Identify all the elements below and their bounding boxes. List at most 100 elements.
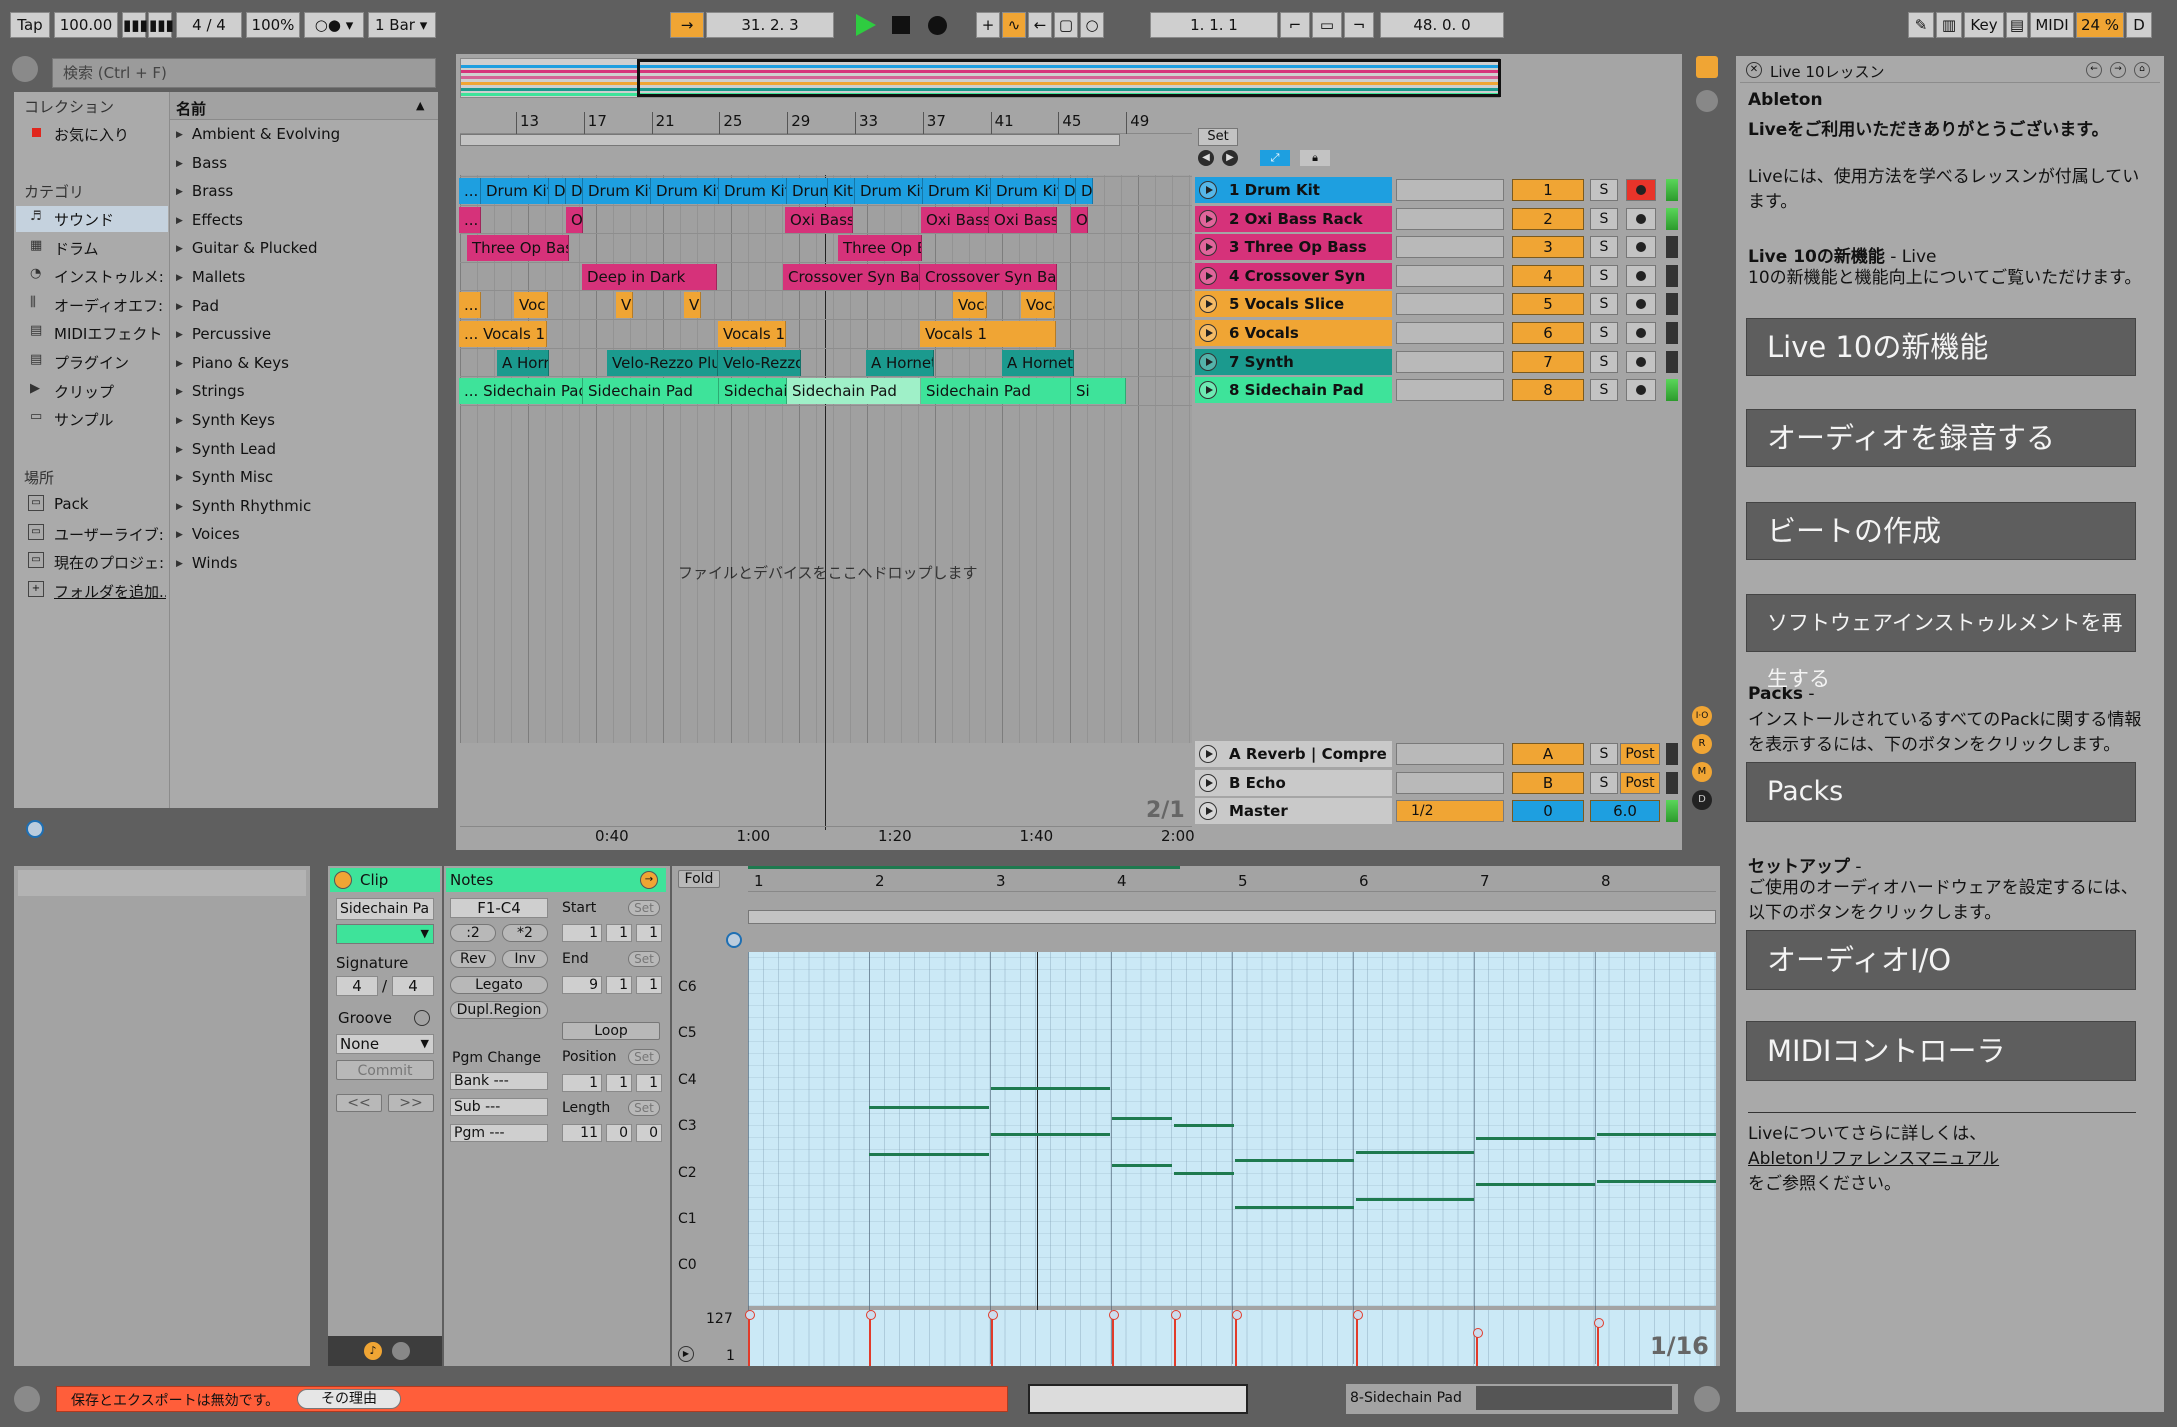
arrangement-clip[interactable]: Voca <box>1021 292 1055 319</box>
set-button[interactable]: Set <box>1198 128 1238 146</box>
midi-note[interactable] <box>869 1106 989 1109</box>
arrangement-clip[interactable]: ... <box>459 206 481 233</box>
draw-automation-icon[interactable]: ⤢ <box>1260 150 1290 166</box>
length-field-2[interactable]: 0 <box>636 1124 662 1142</box>
midi-note[interactable] <box>1235 1206 1354 1209</box>
arrangement-clip[interactable]: Three Op Bas <box>467 235 569 262</box>
midi-note[interactable] <box>1476 1183 1595 1186</box>
track-play-icon[interactable] <box>1199 352 1217 371</box>
arrangement-clip[interactable]: Di <box>1076 178 1093 204</box>
arrangement-clip[interactable]: ... Vocals 1 <box>459 321 547 347</box>
arrangement-clip[interactable]: Oxi Bass <box>989 206 1057 233</box>
place-item-3[interactable]: フォルダを追加... <box>54 581 166 602</box>
start-field-1[interactable]: 1 <box>606 924 632 942</box>
arrangement-clip[interactable]: Oxi Bass <box>921 206 989 233</box>
commit-button[interactable]: Commit <box>336 1060 434 1080</box>
record-arm-icon[interactable] <box>1626 236 1656 259</box>
solo-button[interactable]: S <box>1590 743 1618 765</box>
draw-mode-icon[interactable]: ✎ <box>1908 12 1934 38</box>
midi-note[interactable] <box>748 866 1180 869</box>
midi-note[interactable] <box>991 1133 1110 1136</box>
quantize-dropdown[interactable]: 1 Bar ▾ <box>368 12 436 38</box>
arrangement-clip[interactable]: Vocals 1 <box>718 321 786 347</box>
audio-io-button[interactable]: オーディオI/O <box>1746 930 2136 990</box>
follow-toggle[interactable]: ○● ▾ <box>304 12 364 38</box>
midi-note[interactable] <box>1235 1159 1354 1162</box>
record-arm-icon[interactable] <box>1626 207 1656 230</box>
clip-activator-icon[interactable] <box>334 871 352 889</box>
half-length-button[interactable]: :2 <box>450 924 496 942</box>
category-item-samples[interactable]: サンプル <box>54 409 164 430</box>
arrangement-clip[interactable]: Sidechain Pad <box>583 378 719 405</box>
track-header[interactable]: 4 Crossover Syn Bass <box>1195 262 1392 311</box>
prev-locator-icon[interactable]: ◀ <box>1198 150 1214 166</box>
track-meter[interactable] <box>1396 350 1504 373</box>
return-letter[interactable]: A <box>1512 743 1584 765</box>
metronome-icon[interactable]: ▮▮▮ <box>122 12 148 38</box>
arrangement-mini-overview[interactable] <box>1028 1384 1248 1414</box>
track-meter[interactable] <box>1396 264 1504 287</box>
browser-item[interactable]: Synth Rhythmic <box>176 497 311 515</box>
browser-item[interactable]: Brass <box>176 182 233 200</box>
record-arm-icon[interactable] <box>1626 322 1656 344</box>
track-play-icon[interactable] <box>1199 209 1217 228</box>
track-header[interactable]: 3 Three Op Bass <box>1195 234 1392 261</box>
arrangement-clip[interactable]: A Hornet <box>866 349 934 376</box>
solo-button[interactable]: S <box>1590 379 1618 402</box>
browser-item[interactable]: Bass <box>176 154 227 172</box>
device-view-icon[interactable] <box>392 1342 410 1360</box>
velocity-marker[interactable] <box>745 1310 755 1366</box>
solo-button[interactable]: S <box>1590 236 1618 259</box>
overview-viewport[interactable] <box>637 59 1501 97</box>
arrangement-clip[interactable]: Drum Kit <box>583 178 651 204</box>
io-toggle-icon[interactable]: I·O <box>1692 706 1712 726</box>
sort-arrow-icon[interactable]: ▲ <box>416 99 424 112</box>
note-range-field[interactable]: F1-C4 <box>450 898 548 918</box>
velocity-marker[interactable] <box>1232 1310 1242 1366</box>
end-field-2[interactable]: 1 <box>636 976 662 994</box>
midi-note[interactable] <box>1597 1133 1716 1136</box>
arrangement-clip[interactable]: Drum Kit <box>719 178 787 204</box>
arrangement-clip[interactable]: Oxi Bass <box>785 206 853 233</box>
legato-button[interactable]: Legato <box>450 976 548 994</box>
sub-field[interactable]: Sub --- <box>450 1098 548 1116</box>
packs-button[interactable]: Packs <box>1746 762 2136 822</box>
track-arm-number[interactable]: 1 <box>1512 179 1584 201</box>
loop-brace[interactable] <box>460 134 1120 146</box>
arrangement-clip[interactable]: Drum Kit <box>481 178 549 204</box>
lock-icon[interactable]: 🔒︎ <box>1300 150 1330 166</box>
start-field-2[interactable]: 1 <box>636 924 662 942</box>
arrangement-clip[interactable]: A Hornet <box>1002 349 1074 376</box>
arrangement-clip[interactable]: ... Sidechain Pad <box>459 378 583 405</box>
solo-button[interactable]: S <box>1590 179 1618 201</box>
position-set-button[interactable]: Set <box>628 1049 660 1065</box>
browser-item[interactable]: Mallets <box>176 268 245 286</box>
length-set-button[interactable]: Set <box>628 1100 660 1116</box>
prev-clip-button[interactable]: << <box>336 1094 382 1112</box>
track-arm-number[interactable]: 2 <box>1512 207 1584 230</box>
arrangement-clip[interactable]: Vc <box>616 292 633 319</box>
browser-item[interactable]: Ambient & Evolving <box>176 125 340 143</box>
return-meter[interactable] <box>1396 771 1504 794</box>
arrangement-clip[interactable]: O: <box>566 206 583 233</box>
track-play-icon[interactable] <box>1199 295 1217 314</box>
beat-ruler[interactable] <box>460 110 1192 134</box>
position-field-2[interactable]: 1 <box>636 1074 662 1092</box>
track-meter[interactable] <box>1396 179 1504 201</box>
arrangement-clip[interactable]: Vc <box>684 292 701 319</box>
midi-note[interactable] <box>1356 1151 1474 1154</box>
return-track-header[interactable]: A Reverb | Compre <box>1195 741 1392 767</box>
arrangement-clip[interactable]: Sidechain Pad <box>787 378 921 405</box>
favorites-item[interactable]: お気に入り <box>54 124 129 145</box>
clip-color-picker[interactable]: ▼ <box>336 924 434 944</box>
arrangement-clip[interactable]: Sidechain Pad <box>921 378 1071 405</box>
lesson-forward-icon[interactable]: → <box>2110 62 2126 78</box>
loop-length-field[interactable]: 48. 0. 0 <box>1380 12 1504 38</box>
arrangement-clip[interactable]: Sidechai <box>719 378 787 405</box>
overdub-icon[interactable]: + <box>976 12 1000 38</box>
arrangement-clip[interactable]: Di <box>1059 178 1076 204</box>
arrangement-clip[interactable]: Drum Kit <box>855 178 923 204</box>
lesson-back-icon[interactable]: ← <box>2086 62 2102 78</box>
arrangement-clip[interactable]: ... <box>459 292 481 319</box>
return-meter[interactable] <box>1396 743 1504 765</box>
